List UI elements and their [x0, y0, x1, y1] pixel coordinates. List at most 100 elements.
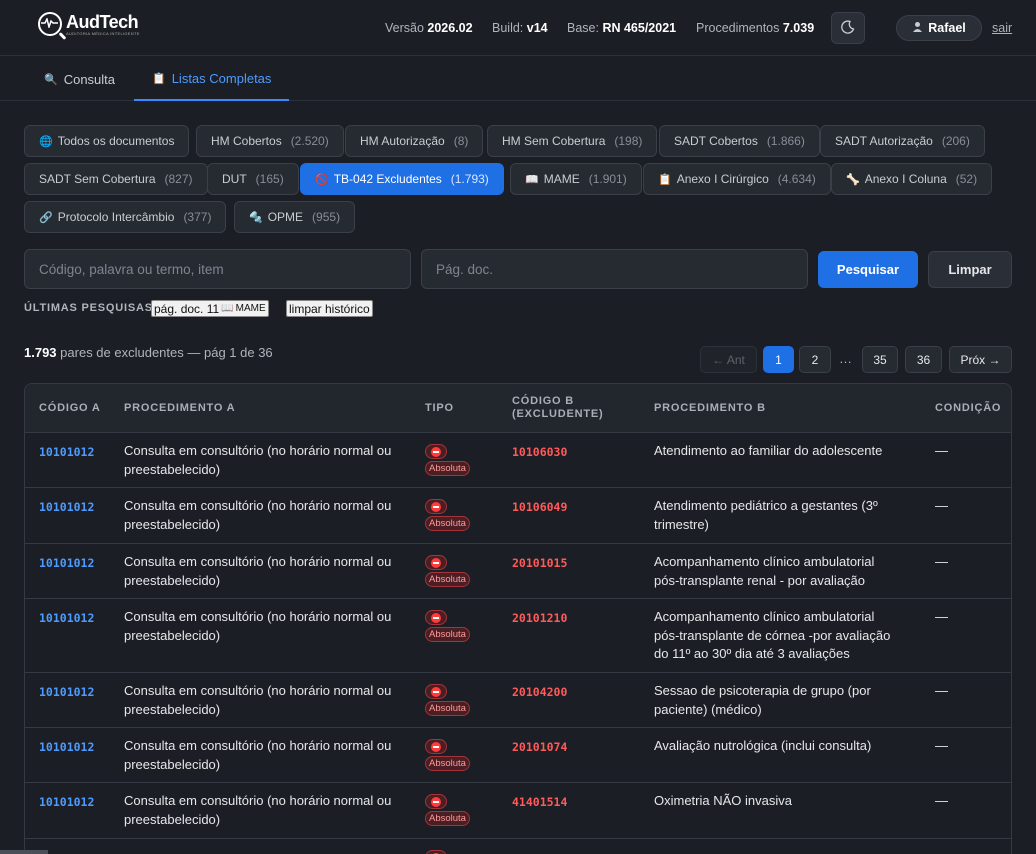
tipo-badge: Absoluta [425, 684, 470, 716]
code-b-link[interactable]: 20101210 [512, 609, 567, 628]
filter-anexo-coluna[interactable]: 🦴 Anexo I Coluna (52) [831, 163, 993, 195]
table-row[interactable]: 10101012 Consulta em consultório (no hor… [25, 728, 1011, 783]
table-row[interactable]: 10101012 Consulta em consultório (no hor… [25, 673, 1011, 728]
table-row[interactable]: 10101012 Consulta em consultório (no hor… [25, 433, 1011, 488]
clear-history-button[interactable]: limpar histórico [286, 300, 373, 317]
no-entry-icon [425, 794, 447, 809]
search-input[interactable]: Código, palavra ou termo, item [24, 249, 411, 289]
header-proc-b[interactable]: Procedimento B [654, 402, 766, 415]
code-a-link[interactable]: 10101012 [39, 554, 94, 573]
tipo-badge: Absoluta [425, 444, 470, 476]
table-row[interactable]: 10101012 Consulta em consultório (no hor… [25, 488, 1011, 544]
moon-icon [841, 19, 855, 37]
table-row[interactable]: 10101012 Consulta em consultório (no hor… [25, 783, 1011, 839]
no-entry-icon [425, 850, 447, 854]
filter-dut[interactable]: DUT (165) [207, 163, 299, 195]
header-tipo[interactable]: Tipo [425, 402, 454, 415]
book-icon: 📖 [221, 303, 234, 314]
filter-opme[interactable]: 🔩 OPME (955) [234, 201, 356, 233]
no-entry-icon [425, 610, 447, 625]
code-a-link[interactable]: 10101012 [39, 443, 94, 462]
history-label: ÚLTIMAS PESQUISAS [24, 302, 153, 314]
no-entry-icon [425, 739, 447, 754]
code-b-link[interactable]: 20104200 [512, 683, 567, 702]
header-code-b[interactable]: Código B (excludente) [512, 395, 604, 421]
procedure-a: Consulta em consultório (no horário norm… [124, 738, 392, 772]
procedure-a: Consulta em consultório (no horário norm… [124, 793, 392, 827]
condition: — [935, 738, 948, 753]
horizontal-scrollbar[interactable] [0, 850, 48, 854]
page-doc-input[interactable]: Pág. doc. [421, 249, 808, 289]
filter-sadt-autorizacao[interactable]: SADT Autorização (206) [820, 125, 985, 157]
procedure-a: Consulta em consultório (no horário norm… [124, 443, 392, 477]
header-proc-a[interactable]: Procedimento A [124, 402, 235, 415]
tipo-badge: Absoluta [425, 499, 470, 531]
tipo-badge: Absoluta [425, 610, 470, 642]
filter-protocolo-intercambio[interactable]: 🔗 Protocolo Intercâmbio (377) [24, 201, 227, 233]
tab-consulta[interactable]: 🔍 Consulta [44, 57, 115, 101]
table-row-partial[interactable] [25, 839, 1011, 854]
clipboard-icon: 📋 [658, 173, 672, 186]
condition: — [935, 554, 948, 569]
condition: — [935, 443, 948, 458]
theme-toggle-button[interactable] [831, 12, 865, 44]
tipo-badge: Absoluta [425, 794, 470, 826]
history-item[interactable]: pág. doc. 11 📖 MAME [151, 300, 269, 317]
prohibited-icon: 🚫 [315, 173, 329, 186]
code-a-link[interactable]: 10101012 [39, 793, 94, 812]
user-name: Rafael [928, 21, 966, 35]
code-b-link[interactable]: 20101074 [512, 738, 567, 757]
code-a-link[interactable]: 10101012 [39, 683, 94, 702]
code-a-link[interactable]: 10101012 [39, 738, 94, 757]
clear-button[interactable]: Limpar [928, 251, 1012, 288]
page-2-button[interactable]: 2 [799, 346, 831, 373]
filter-anexo-cirurgico[interactable]: 📋 Anexo I Cirúrgico (4.634) [643, 163, 831, 195]
condition: — [935, 793, 948, 808]
page-36-button[interactable]: 36 [905, 346, 942, 373]
code-b-link[interactable]: 41401514 [512, 793, 567, 812]
prev-page-button[interactable]: ← Ant [700, 346, 757, 373]
filter-hm-sem-cobertura[interactable]: HM Sem Cobertura (198) [487, 125, 658, 157]
procedure-a: Consulta em consultório (no horário norm… [124, 498, 392, 532]
next-page-button[interactable]: Próx → [949, 346, 1012, 373]
code-a-link[interactable]: 10101012 [39, 498, 94, 517]
filter-hm-cobertos[interactable]: HM Cobertos (2.520) [196, 125, 344, 157]
filter-sadt-cobertos[interactable]: SADT Cobertos (1.866) [659, 125, 820, 157]
code-b-link[interactable]: 20101015 [512, 554, 567, 573]
procedure-b: Avaliação nutrológica (inclui consulta) [654, 738, 872, 753]
bone-icon: 🦴 [846, 173, 860, 186]
code-b-link[interactable]: 10106030 [512, 443, 567, 462]
procedure-a: Consulta em consultório (no horário norm… [124, 683, 392, 717]
app-header: AudTech Auditoria Médica Inteligente Ver… [0, 0, 1036, 56]
page-35-button[interactable]: 35 [862, 346, 898, 373]
code-b-link[interactable]: 10106049 [512, 498, 567, 517]
header-condicao[interactable]: Condição [935, 402, 1001, 415]
procedure-a: Consulta em consultório (no horário norm… [124, 609, 392, 643]
filter-mame[interactable]: 📖 MAME (1.901) [510, 163, 642, 195]
tipo-badge [425, 850, 447, 854]
filter-hm-autorizacao[interactable]: HM Autorização (8) [345, 125, 484, 157]
filter-tb042-excludentes[interactable]: 🚫 TB-042 Excludentes (1.793) [300, 163, 504, 195]
table-row[interactable]: 10101012 Consulta em consultório (no hor… [25, 599, 1011, 673]
tab-listas-completas[interactable]: 📋 Listas Completas [134, 57, 289, 101]
condition: — [935, 609, 948, 624]
no-entry-icon [425, 444, 447, 459]
code-a-link[interactable]: 10101012 [39, 609, 94, 628]
procedure-b: Acompanhamento clínico ambulatorial pós-t… [654, 609, 891, 661]
logout-link[interactable]: sair [992, 21, 1012, 35]
filter-sadt-sem-cobertura[interactable]: SADT Sem Cobertura (827) [24, 163, 208, 195]
header-code-a[interactable]: Código A [39, 402, 101, 415]
procedure-b: Sessao de psicoterapia de grupo (por paci… [654, 683, 871, 717]
no-entry-icon [425, 555, 447, 570]
app-logo[interactable]: AudTech Auditoria Médica Inteligente [38, 12, 140, 36]
no-entry-icon [425, 499, 447, 514]
user-menu-button[interactable]: Rafael [896, 15, 982, 41]
book-icon: 📖 [525, 173, 539, 186]
procedure-b: Atendimento ao familiar do adolescente [654, 443, 883, 458]
table-row[interactable]: 10101012 Consulta em consultório (no hor… [25, 544, 1011, 599]
page-1-button[interactable]: 1 [763, 346, 794, 373]
no-entry-icon [425, 684, 447, 699]
search-button[interactable]: Pesquisar [818, 251, 918, 288]
logo-magnifier-icon [38, 12, 62, 36]
filter-todos[interactable]: 🌐 Todos os documentos [24, 125, 190, 157]
